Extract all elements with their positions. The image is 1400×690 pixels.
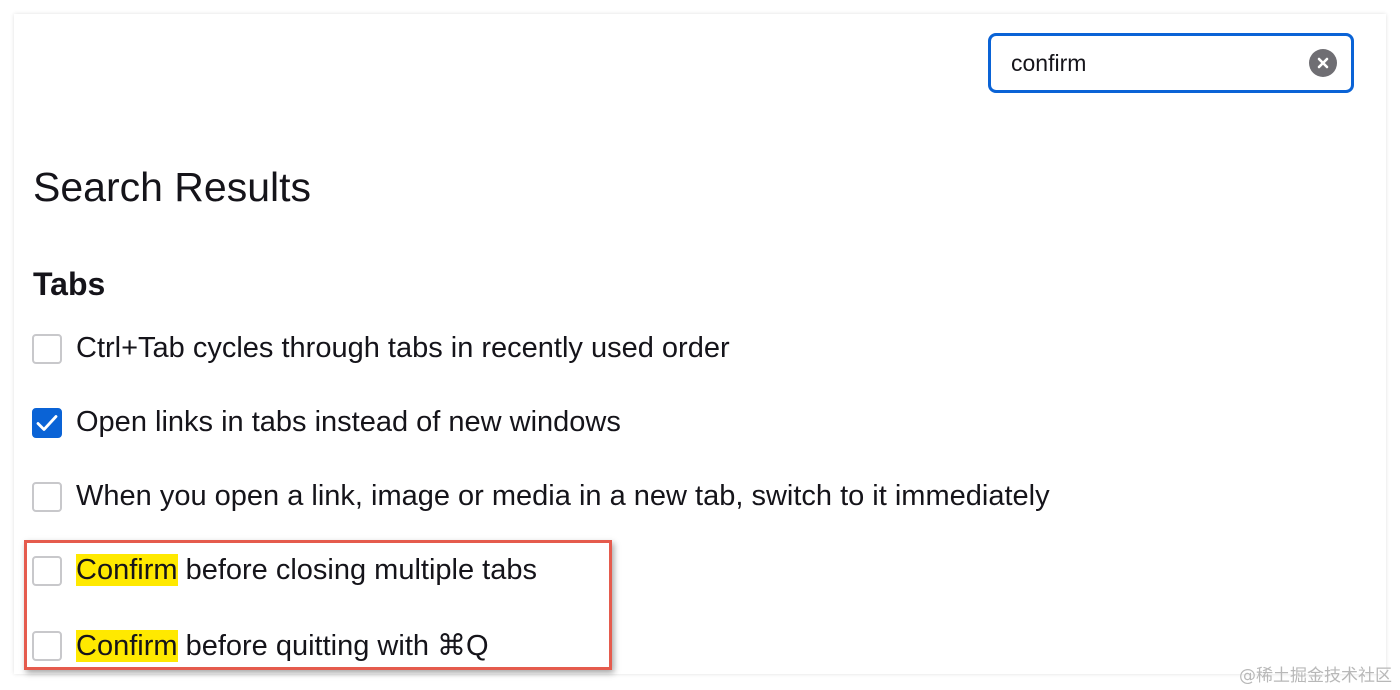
clear-search-button[interactable] — [1309, 49, 1337, 77]
checkbox[interactable] — [32, 333, 62, 364]
search-box[interactable] — [988, 33, 1354, 93]
search-match-highlight: Confirm — [76, 630, 178, 662]
checkbox[interactable] — [32, 630, 62, 661]
option-label: Confirm before quitting with ⌘Q — [76, 628, 489, 663]
preferences-panel: Search Results Tabs Ctrl+Tab cycles thro… — [14, 14, 1386, 674]
option-label: Confirm before closing multiple tabs — [76, 554, 537, 587]
option-ctrl-tab[interactable]: Ctrl+Tab cycles through tabs in recently… — [32, 332, 730, 365]
option-label-rest: before closing multiple tabs — [177, 554, 537, 586]
watermark: @稀土掘金技术社区 — [1239, 666, 1392, 686]
search-match-highlight: Confirm — [76, 554, 178, 586]
option-confirm-closing-tabs[interactable]: Confirm before closing multiple tabs — [32, 554, 537, 587]
option-switch-to-new-tab[interactable]: When you open a link, image or media in … — [32, 480, 1050, 513]
option-label: Ctrl+Tab cycles through tabs in recently… — [76, 332, 730, 364]
checkbox[interactable] — [32, 555, 62, 586]
clear-circle-icon — [1317, 57, 1329, 69]
search-input[interactable] — [1011, 49, 1309, 77]
option-confirm-quitting[interactable]: Confirm before quitting with ⌘Q — [32, 628, 489, 663]
checkbox[interactable] — [32, 481, 62, 512]
option-label: When you open a link, image or media in … — [76, 480, 1050, 512]
option-open-links-in-tabs[interactable]: Open links in tabs instead of new window… — [32, 406, 621, 439]
option-label-rest: before quitting with ⌘Q — [177, 630, 489, 662]
checkmark-icon — [36, 414, 58, 431]
checkbox-checked[interactable] — [32, 407, 62, 438]
section-title-tabs: Tabs — [33, 266, 106, 302]
option-label: Open links in tabs instead of new window… — [76, 406, 621, 438]
page-title: Search Results — [33, 164, 312, 210]
